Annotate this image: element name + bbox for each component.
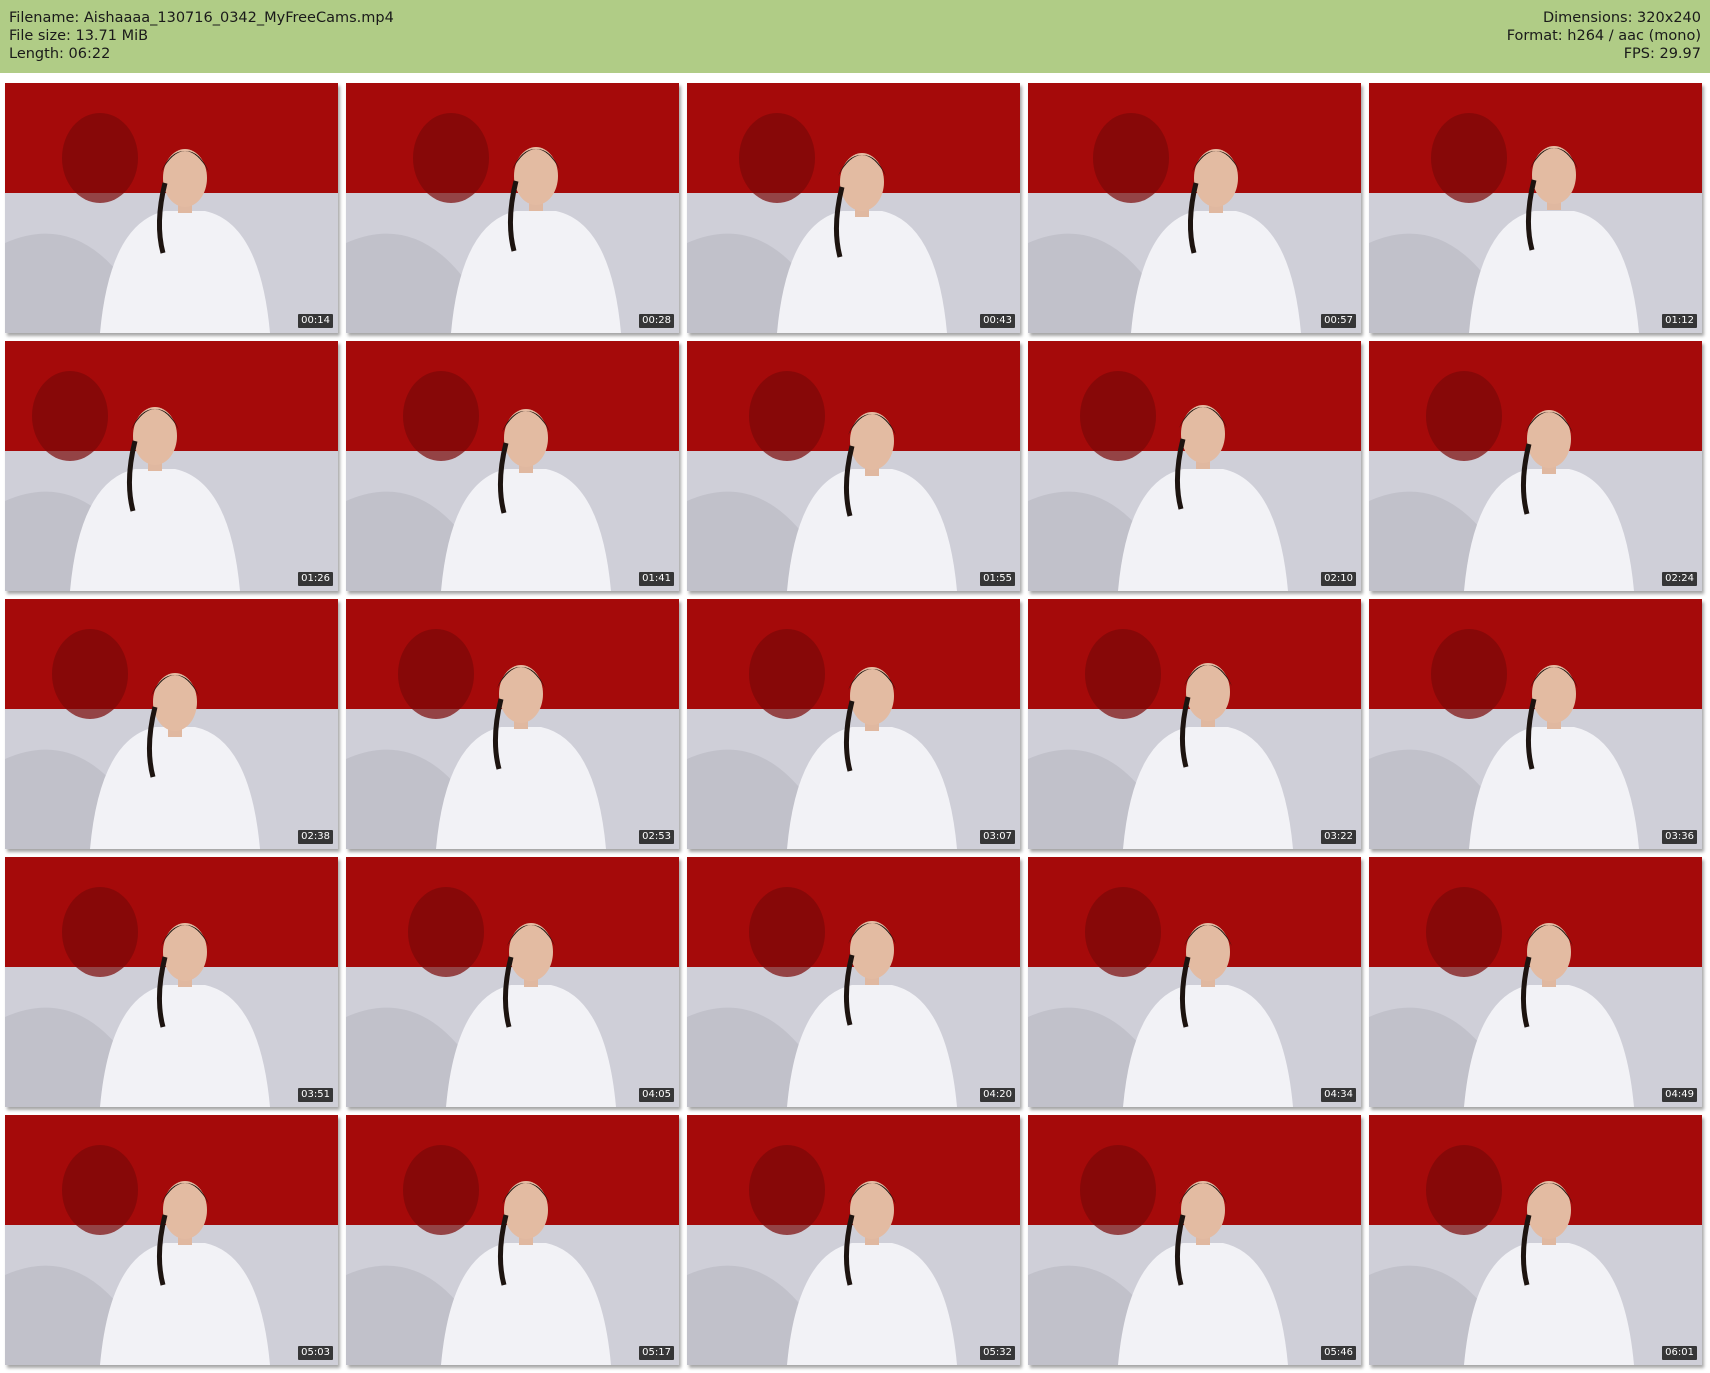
video-thumbnail[interactable]: 04:34 <box>1028 857 1361 1107</box>
frame-image <box>687 1115 1020 1365</box>
timestamp-label: 05:46 <box>1321 1346 1356 1360</box>
frame-image <box>1028 341 1361 591</box>
timestamp-label: 05:03 <box>298 1346 333 1360</box>
timestamp-label: 03:36 <box>1662 830 1697 844</box>
frame-image <box>1028 1115 1361 1365</box>
frame-image <box>1028 599 1361 849</box>
video-thumbnail[interactable]: 06:01 <box>1369 1115 1702 1365</box>
frame-image <box>346 1115 679 1365</box>
file-info-right: Dimensions: 320x240 Format: h264 / aac (… <box>1507 9 1701 63</box>
timestamp-label: 01:41 <box>639 572 674 586</box>
video-thumbnail[interactable]: 05:46 <box>1028 1115 1361 1365</box>
dimensions-label: Dimensions: 320x240 <box>1542 10 1701 26</box>
frame-image <box>1369 857 1702 1107</box>
video-thumbnail[interactable]: 01:26 <box>5 341 338 591</box>
timestamp-label: 04:20 <box>980 1088 1015 1102</box>
timestamp-label: 00:28 <box>639 314 674 328</box>
video-thumbnail[interactable]: 03:07 <box>687 599 1020 849</box>
video-thumbnail[interactable]: 02:10 <box>1028 341 1361 591</box>
video-thumbnail[interactable]: 00:43 <box>687 83 1020 333</box>
timestamp-label: 04:05 <box>639 1088 674 1102</box>
video-thumbnail[interactable]: 01:12 <box>1369 83 1702 333</box>
timestamp-label: 06:01 <box>1662 1346 1697 1360</box>
video-thumbnail[interactable]: 04:05 <box>346 857 679 1107</box>
frame-image <box>687 83 1020 333</box>
video-thumbnail[interactable]: 02:53 <box>346 599 679 849</box>
timestamp-label: 02:53 <box>639 830 674 844</box>
frame-image <box>5 341 338 591</box>
info-header: Filename: Aishaaaa_130716_0342_MyFreeCam… <box>0 0 1710 73</box>
frame-image <box>1369 341 1702 591</box>
timestamp-label: 02:24 <box>1662 572 1697 586</box>
video-thumbnail[interactable]: 01:55 <box>687 341 1020 591</box>
timestamp-label: 01:12 <box>1662 314 1697 328</box>
timestamp-label: 00:43 <box>980 314 1015 328</box>
video-thumbnail[interactable]: 05:32 <box>687 1115 1020 1365</box>
frame-image <box>5 857 338 1107</box>
video-thumbnail[interactable]: 04:49 <box>1369 857 1702 1107</box>
thumbnail-grid: 00:14 00:28 00:43 00:57 01:12 01:26 01:41 01:55… <box>0 73 1710 1373</box>
filename-label: Filename: Aishaaaa_130716_0342_MyFreeCam… <box>9 10 394 26</box>
length-label: Length: 06:22 <box>9 46 111 62</box>
frame-image <box>5 83 338 333</box>
frame-image <box>687 857 1020 1107</box>
format-label: Format: h264 / aac (mono) <box>1506 28 1701 44</box>
filesize-label: File size: 13.71 MiB <box>9 28 149 44</box>
video-thumbnail[interactable]: 00:14 <box>5 83 338 333</box>
timestamp-label: 03:22 <box>1321 830 1356 844</box>
timestamp-label: 03:07 <box>980 830 1015 844</box>
video-thumbnail[interactable]: 05:17 <box>346 1115 679 1365</box>
video-thumbnail[interactable]: 01:41 <box>346 341 679 591</box>
frame-image <box>346 83 679 333</box>
frame-image <box>5 1115 338 1365</box>
frame-image <box>346 341 679 591</box>
timestamp-label: 00:14 <box>298 314 333 328</box>
frame-image <box>1028 857 1361 1107</box>
video-thumbnail[interactable]: 03:51 <box>5 857 338 1107</box>
frame-image <box>1369 599 1702 849</box>
timestamp-label: 05:32 <box>980 1346 1015 1360</box>
timestamp-label: 02:38 <box>298 830 333 844</box>
frame-image <box>1369 83 1702 333</box>
video-thumbnail[interactable]: 02:24 <box>1369 341 1702 591</box>
frame-image <box>1369 1115 1702 1365</box>
frame-image <box>687 341 1020 591</box>
frame-image <box>5 599 338 849</box>
timestamp-label: 04:34 <box>1321 1088 1356 1102</box>
video-thumbnail[interactable]: 02:38 <box>5 599 338 849</box>
fps-label: FPS: 29.97 <box>1623 46 1701 62</box>
timestamp-label: 00:57 <box>1321 314 1356 328</box>
frame-image <box>687 599 1020 849</box>
frame-image <box>1028 83 1361 333</box>
video-thumbnail[interactable]: 04:20 <box>687 857 1020 1107</box>
video-thumbnail[interactable]: 05:03 <box>5 1115 338 1365</box>
frame-image <box>346 857 679 1107</box>
video-thumbnail[interactable]: 00:57 <box>1028 83 1361 333</box>
video-thumbnail[interactable]: 00:28 <box>346 83 679 333</box>
timestamp-label: 02:10 <box>1321 572 1356 586</box>
timestamp-label: 01:26 <box>298 572 333 586</box>
file-info-left: Filename: Aishaaaa_130716_0342_MyFreeCam… <box>9 9 394 63</box>
frame-image <box>346 599 679 849</box>
timestamp-label: 01:55 <box>980 572 1015 586</box>
video-thumbnail[interactable]: 03:36 <box>1369 599 1702 849</box>
timestamp-label: 04:49 <box>1662 1088 1697 1102</box>
timestamp-label: 05:17 <box>639 1346 674 1360</box>
video-thumbnail[interactable]: 03:22 <box>1028 599 1361 849</box>
timestamp-label: 03:51 <box>298 1088 333 1102</box>
